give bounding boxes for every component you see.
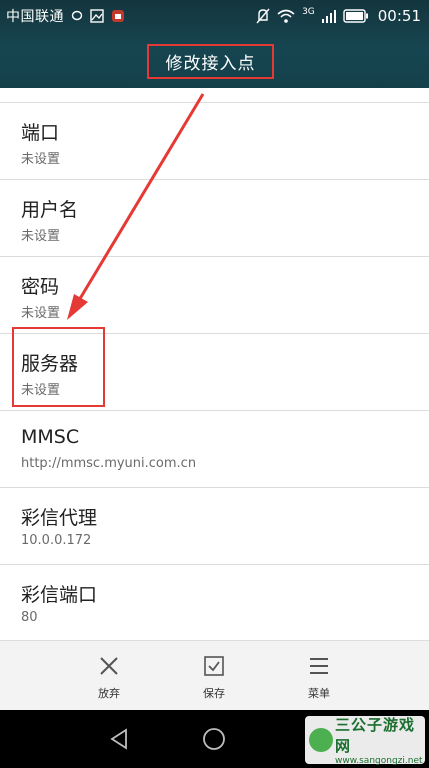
status-left: 中国联通 bbox=[6, 6, 125, 26]
app-notification-icon bbox=[111, 7, 125, 25]
list-item-value: http://mmsc.myuni.com.cn bbox=[21, 456, 197, 471]
annotation-highlight-box bbox=[12, 327, 105, 407]
list-item-title: MMSC bbox=[21, 426, 80, 448]
status-bar: 中国联通 3G 00:51 bbox=[0, 0, 429, 32]
signal-icon bbox=[321, 7, 336, 25]
watermark-url: www.sangongzi.net bbox=[335, 756, 423, 766]
home-nav-button[interactable] bbox=[199, 724, 229, 754]
list-item-title: 端口 bbox=[21, 122, 60, 144]
back-triangle-icon bbox=[110, 728, 127, 750]
list-item-value: 未设置 bbox=[21, 229, 61, 244]
mute-icon bbox=[256, 7, 270, 25]
save-button[interactable]: 保存 bbox=[184, 655, 244, 705]
back-nav-button[interactable] bbox=[104, 724, 134, 754]
list-item-mms-port[interactable]: 彩信端口 80 bbox=[0, 565, 429, 640]
list-item-title: 密码 bbox=[21, 276, 60, 298]
hamburger-menu-icon bbox=[310, 658, 328, 674]
network-type-label: 3G bbox=[302, 7, 315, 17]
save-label: 保存 bbox=[203, 687, 225, 700]
battery-icon bbox=[343, 7, 369, 25]
list-item-value: 10.0.0.172 bbox=[21, 533, 92, 548]
list-item-value: 未设置 bbox=[21, 306, 61, 321]
list-item-title: 用户名 bbox=[21, 199, 79, 221]
checkbox-save-icon bbox=[204, 656, 224, 676]
status-right: 3G 00:51 bbox=[256, 7, 421, 25]
carrier-name: 中国联通 bbox=[6, 9, 64, 25]
list-item-mms-proxy[interactable]: 彩信代理 10.0.0.172 bbox=[0, 488, 429, 565]
clock: 00:51 bbox=[377, 7, 421, 25]
apn-settings-list: 端口 未设置 用户名 未设置 密码 未设置 服务器 未设置 MMSC http:… bbox=[0, 88, 429, 640]
discard-label: 放弃 bbox=[98, 687, 120, 700]
site-watermark: 三公子游戏网 www.sangongzi.net bbox=[305, 716, 425, 766]
list-item-title: 彩信端口 bbox=[21, 584, 98, 606]
chat-bubble-icon bbox=[71, 7, 83, 25]
list-item-username[interactable]: 用户名 未设置 bbox=[0, 180, 429, 257]
watermark-title: 三公子游戏网 bbox=[335, 716, 416, 755]
discard-button[interactable]: 放弃 bbox=[79, 655, 139, 705]
wifi-icon bbox=[277, 7, 295, 25]
image-icon bbox=[90, 7, 104, 25]
page-title: 修改接入点 bbox=[147, 44, 274, 79]
list-item-password[interactable]: 密码 未设置 bbox=[0, 257, 429, 334]
close-icon bbox=[100, 657, 118, 675]
list-item-value: 80 bbox=[21, 610, 38, 625]
bottom-action-bar: 放弃 保存 菜单 bbox=[0, 640, 429, 710]
list-item-port[interactable]: 端口 未设置 bbox=[0, 103, 429, 180]
list-item-value: 未设置 bbox=[21, 152, 61, 167]
list-item-mmsc[interactable]: MMSC http://mmsc.myuni.com.cn bbox=[0, 411, 429, 488]
list-item-title: 彩信代理 bbox=[21, 507, 98, 529]
watermark-logo bbox=[309, 728, 333, 752]
app-header: 中国联通 3G 00:51 修改接入点 bbox=[0, 0, 429, 88]
menu-button[interactable]: 菜单 bbox=[289, 655, 349, 705]
menu-label: 菜单 bbox=[308, 687, 330, 700]
home-circle-icon bbox=[203, 728, 225, 750]
